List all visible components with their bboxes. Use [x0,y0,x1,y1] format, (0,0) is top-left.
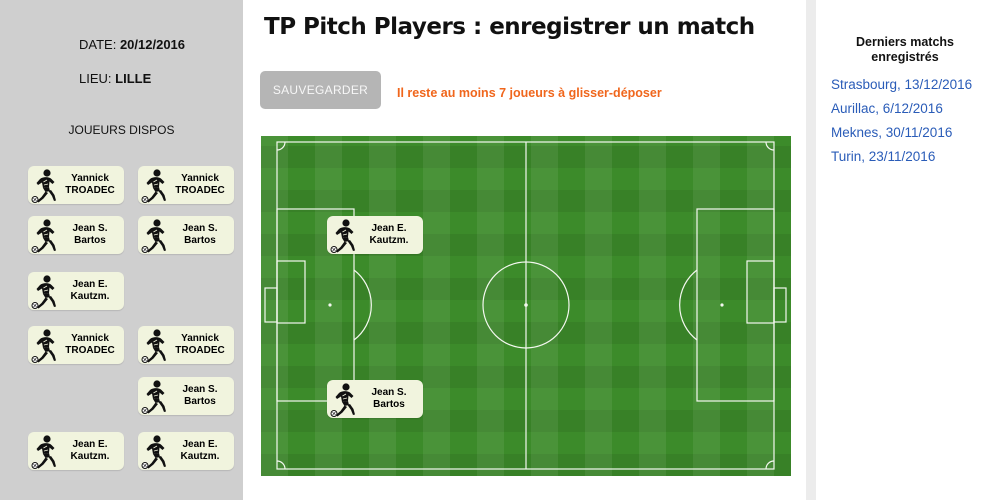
player-card[interactable]: Yannick TROADEC [28,166,124,204]
player-card[interactable]: Yannick TROADEC [28,326,124,364]
lieu-value: LILLE [115,71,152,86]
player-name: Jean E. Kautzm. [369,223,409,246]
recent-matches-title: Derniers matchs enregistrés [856,35,954,64]
match-date: DATE: 20/12/2016 [79,37,185,52]
footballer-icon [31,218,59,254]
save-button[interactable]: SAUVEGARDER [260,71,381,109]
footballer-icon [330,382,358,418]
player-name: Jean S. Bartos [182,223,218,246]
footballer-icon [141,379,169,415]
footballer-icon [141,168,169,204]
date-label: DATE: [79,37,117,52]
recent-match-link[interactable]: Strasbourg, 13/12/2016 [831,77,972,92]
player-card[interactable]: Yannick TROADEC [138,326,234,364]
match-location: LIEU: LILLE [79,71,151,86]
player-name: Yannick TROADEC [65,173,115,196]
footballer-icon [31,274,59,310]
footballer-icon [31,434,59,470]
player-card[interactable]: Yannick TROADEC [138,166,234,204]
page-title: TP Pitch Players : enregistrer un match [264,14,755,40]
lieu-label: LIEU: [79,71,112,86]
football-pitch[interactable]: Jean E. Kautzm. Jean S. Bartos [261,136,791,476]
footballer-icon [330,218,358,254]
player-card[interactable]: Jean S. Bartos [28,216,124,254]
recent-match-link[interactable]: Aurillac, 6/12/2016 [831,101,943,116]
player-name: Jean S. Bartos [72,223,108,246]
player-name: Yannick TROADEC [175,333,225,356]
player-name: Yannick TROADEC [175,173,225,196]
player-name: Jean E. Kautzm. [70,439,110,462]
player-card[interactable]: Jean E. Kautzm. [138,432,234,470]
recent-match-link[interactable]: Meknes, 30/11/2016 [831,125,952,140]
player-name: Jean E. Kautzm. [180,439,220,462]
available-players-title: JOUEURS DISPOS [68,123,175,137]
pitch-lines [264,141,787,470]
pitch-player-card[interactable]: Jean S. Bartos [327,380,423,418]
player-card[interactable]: Jean S. Bartos [138,377,234,415]
player-card[interactable]: Jean S. Bartos [138,216,234,254]
player-name: Jean S. Bartos [182,384,218,407]
pitch-player-card[interactable]: Jean E. Kautzm. [327,216,423,254]
footballer-icon [141,218,169,254]
recent-match-link[interactable]: Turin, 23/11/2016 [831,149,935,164]
footballer-icon [141,328,169,364]
player-name: Jean S. Bartos [371,387,407,410]
player-card[interactable]: Jean E. Kautzm. [28,272,124,310]
recent-matches-panel: Derniers matchs enregistrés Strasbourg, 1… [816,0,1000,500]
footballer-icon [31,168,59,204]
footballer-icon [141,434,169,470]
player-name: Jean E. Kautzm. [70,279,110,302]
status-message: Il reste au moins 7 joueurs à glisser-dé… [397,86,662,100]
sidebar: DATE: 20/12/2016 LIEU: LILLE JOUEURS DIS… [0,0,243,500]
footballer-icon [31,328,59,364]
date-value: 20/12/2016 [119,37,186,52]
player-card[interactable]: Jean E. Kautzm. [28,432,124,470]
player-name: Yannick TROADEC [65,333,115,356]
column-divider [806,0,816,500]
